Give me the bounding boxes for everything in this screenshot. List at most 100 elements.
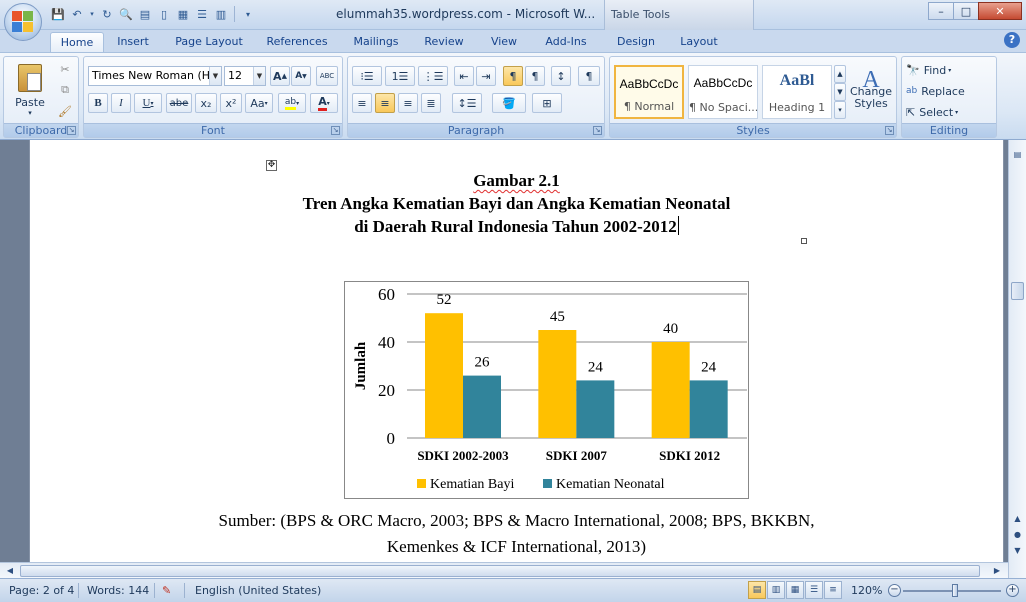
zoom-in-icon[interactable]: + — [1006, 584, 1019, 597]
redo-icon[interactable]: ↻ — [99, 6, 115, 22]
web-layout-icon[interactable]: ▦ — [786, 581, 804, 599]
maximize-button[interactable]: □ — [953, 2, 979, 20]
borders-icon[interactable]: ⊞ — [532, 93, 562, 113]
quick-print-icon[interactable]: ▤ — [137, 6, 153, 22]
print-preview-icon[interactable]: 🔍 — [118, 6, 134, 22]
font-dialog-launcher[interactable]: ↘ — [331, 126, 340, 135]
style-heading-1[interactable]: AaBl Heading 1 — [762, 65, 832, 119]
new-document-icon[interactable]: ▯ — [156, 6, 172, 22]
page-count[interactable]: Page: 2 of 4 — [9, 584, 74, 597]
italic-button[interactable]: I — [111, 93, 131, 113]
style-no-spacing[interactable]: AaBbCcDc ¶ No Spaci... — [688, 65, 758, 119]
styles-scroll-down-icon[interactable]: ▼ — [834, 83, 846, 101]
shrink-font-button[interactable]: A ▼ — [291, 66, 311, 86]
ruler-toggle-icon[interactable]: ▤ — [1010, 148, 1025, 162]
clipboard-dialog-launcher[interactable]: ↘ — [67, 126, 76, 135]
help-icon[interactable]: ? — [1004, 32, 1020, 48]
save-icon[interactable]: 💾 — [50, 6, 66, 22]
paragraph-dialog-launcher[interactable]: ↘ — [593, 126, 602, 135]
full-screen-reading-icon[interactable]: ▥ — [767, 581, 785, 599]
align-left-icon[interactable]: ≡ — [352, 93, 372, 113]
select-button[interactable]: ⇱ Select ▾ — [906, 102, 982, 122]
align-center-icon[interactable]: ≡ — [375, 93, 395, 113]
document-icon[interactable]: ▥ — [213, 6, 229, 22]
bold-button[interactable]: B — [88, 93, 108, 113]
vertical-scrollbar[interactable]: ▤ ▲ ● ▼ — [1008, 140, 1026, 578]
table-resize-handle[interactable] — [801, 238, 807, 244]
draft-view-icon[interactable]: ≡ — [824, 581, 842, 599]
rtl-text-icon[interactable]: ¶ — [525, 66, 545, 86]
tab-mailings[interactable]: Mailings — [346, 32, 406, 52]
underline-button[interactable]: U ▾ — [134, 93, 162, 113]
numbering-icon[interactable]: 1☰ — [385, 66, 415, 86]
horizontal-scrollbar[interactable]: ◀ ▶ — [0, 562, 1008, 578]
shading-icon[interactable]: 🪣 — [492, 93, 526, 113]
tab-page-layout[interactable]: Page Layout — [170, 32, 248, 52]
undo-dropdown-icon[interactable]: ▾ — [88, 6, 96, 22]
tab-review[interactable]: Review — [418, 32, 470, 52]
tab-add-ins[interactable]: Add-Ins — [538, 32, 594, 52]
strikethrough-button[interactable]: abe — [166, 93, 192, 113]
change-styles-button[interactable]: A Change Styles — [848, 61, 894, 123]
minimize-button[interactable]: – — [928, 2, 954, 20]
zoom-slider-thumb[interactable] — [952, 584, 958, 597]
table-icon[interactable]: ▦ — [175, 6, 191, 22]
clear-formatting-button[interactable]: ABC — [316, 66, 338, 86]
vertical-scroll-thumb[interactable] — [1011, 282, 1024, 300]
font-name-dropdown-icon[interactable]: ▼ — [209, 67, 221, 85]
font-size-combo[interactable]: 12 ▼ — [224, 66, 266, 86]
office-button[interactable] — [4, 3, 42, 41]
tab-insert[interactable]: Insert — [110, 32, 156, 52]
document-page[interactable]: ✥ Gambar 2.1 Tren Angka Kematian Bayi da… — [29, 140, 1004, 562]
copy-icon[interactable]: ⧉ — [56, 81, 74, 99]
print-layout-view-icon[interactable]: ▤ — [748, 581, 766, 599]
font-size-dropdown-icon[interactable]: ▼ — [253, 67, 265, 85]
outline-view-icon[interactable]: ☰ — [805, 581, 823, 599]
styles-dialog-launcher[interactable]: ↘ — [885, 126, 894, 135]
increase-indent-icon[interactable]: ⇥ — [476, 66, 496, 86]
proofing-icon[interactable]: ✎ — [162, 584, 171, 597]
table-move-handle-icon[interactable]: ✥ — [266, 160, 277, 171]
paste-button[interactable]: Paste ▾ — [8, 59, 52, 121]
tab-references[interactable]: References — [260, 32, 334, 52]
scroll-right-icon[interactable]: ▶ — [990, 564, 1004, 578]
chart-frame[interactable]: 0 20 40 60 Jumlah 52 26 SDKI 2002-2003 45 24 SDKI … — [344, 281, 749, 499]
line-spacing-icon[interactable]: ↕☰ — [452, 93, 482, 113]
sort-icon[interactable]: ↕ — [551, 66, 571, 86]
undo-icon[interactable]: ↶ — [69, 6, 85, 22]
find-button[interactable]: 🔭 Find ▾ — [906, 60, 976, 80]
scroll-left-icon[interactable]: ◀ — [3, 564, 17, 578]
change-case-button[interactable]: Aa ▾ — [245, 93, 273, 113]
tab-design[interactable]: Design — [608, 32, 664, 52]
tab-view[interactable]: View — [482, 32, 526, 52]
superscript-button[interactable]: x² — [220, 93, 242, 113]
subscript-button[interactable]: x₂ — [195, 93, 217, 113]
highlight-button[interactable]: ab ▾ — [278, 93, 306, 113]
font-name-combo[interactable]: Times New Roman (Hea ▼ — [88, 66, 222, 86]
horizontal-scroll-thumb[interactable] — [20, 565, 980, 577]
scroll-down-icon[interactable]: ▼ — [1010, 544, 1025, 558]
bullets-icon[interactable]: ⁝☰ — [352, 66, 382, 86]
format-painter-icon[interactable]: 🖌 — [56, 102, 74, 120]
tab-layout[interactable]: Layout — [672, 32, 726, 52]
cut-icon[interactable]: ✂ — [56, 60, 74, 78]
decrease-indent-icon[interactable]: ⇤ — [454, 66, 474, 86]
show-marks-button[interactable]: ¶ — [578, 66, 600, 86]
ltr-text-icon[interactable]: ¶ — [503, 66, 523, 86]
grow-font-button[interactable]: A ▲ — [270, 66, 290, 86]
customize-qat-icon[interactable]: ▾ — [240, 6, 256, 22]
close-button[interactable]: ✕ — [978, 2, 1022, 20]
word-count[interactable]: Words: 144 — [87, 584, 149, 597]
browse-object-icon[interactable]: ● — [1010, 528, 1025, 542]
multilevel-list-icon[interactable]: ⋮☰ — [418, 66, 448, 86]
styles-scroll-up-icon[interactable]: ▲ — [834, 65, 846, 83]
language[interactable]: English (United States) — [195, 584, 321, 597]
replace-button[interactable]: ab Replace — [906, 81, 992, 101]
style-normal[interactable]: AaBbCcDc ¶ Normal — [614, 65, 684, 119]
zoom-out-icon[interactable]: − — [888, 584, 901, 597]
zoom-level[interactable]: 120% — [851, 584, 882, 597]
justify-icon[interactable]: ≣ — [421, 93, 441, 113]
paragraph-align-icon[interactable]: ☰ — [194, 6, 210, 22]
font-color-button[interactable]: A ▾ — [310, 93, 338, 113]
align-right-icon[interactable]: ≡ — [398, 93, 418, 113]
